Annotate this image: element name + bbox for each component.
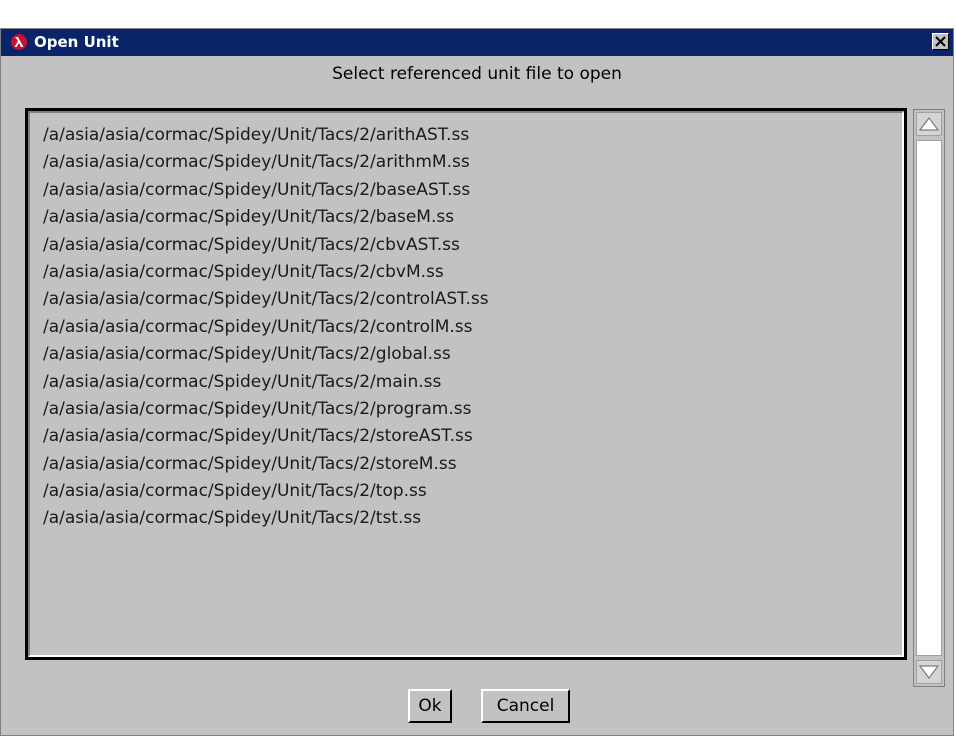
list-item[interactable]: /a/asia/asia/cormac/Spidey/Unit/Tacs/2/c… — [43, 314, 902, 341]
ok-button[interactable]: Ok — [408, 689, 452, 723]
scroll-down-button[interactable] — [916, 660, 942, 684]
plt-lambda-icon — [11, 34, 27, 50]
list-item[interactable]: /a/asia/asia/cormac/Spidey/Unit/Tacs/2/m… — [43, 369, 902, 396]
list-item[interactable]: /a/asia/asia/cormac/Spidey/Unit/Tacs/2/c… — [43, 259, 902, 286]
arrow-down-icon — [918, 665, 940, 679]
close-button[interactable] — [932, 33, 949, 50]
vertical-scrollbar[interactable] — [913, 109, 945, 687]
scroll-thumb[interactable] — [916, 140, 942, 656]
title-bar[interactable]: Open Unit — [1, 29, 953, 56]
list-item[interactable]: /a/asia/asia/cormac/Spidey/Unit/Tacs/2/b… — [43, 204, 902, 231]
close-icon — [935, 36, 946, 47]
list-item[interactable]: /a/asia/asia/cormac/Spidey/Unit/Tacs/2/c… — [43, 286, 902, 313]
list-item[interactable]: /a/asia/asia/cormac/Spidey/Unit/Tacs/2/g… — [43, 341, 902, 368]
list-item[interactable]: /a/asia/asia/cormac/Spidey/Unit/Tacs/2/a… — [43, 149, 902, 176]
list-item[interactable]: /a/asia/asia/cormac/Spidey/Unit/Tacs/2/t… — [43, 505, 902, 532]
list-item[interactable]: /a/asia/asia/cormac/Spidey/Unit/Tacs/2/b… — [43, 177, 902, 204]
arrow-up-icon — [918, 117, 940, 131]
list-item[interactable]: /a/asia/asia/cormac/Spidey/Unit/Tacs/2/s… — [43, 451, 902, 478]
list-item[interactable]: /a/asia/asia/cormac/Spidey/Unit/Tacs/2/c… — [43, 232, 902, 259]
window-title: Open Unit — [34, 33, 119, 51]
list-item[interactable]: /a/asia/asia/cormac/Spidey/Unit/Tacs/2/a… — [43, 122, 902, 149]
scroll-up-button[interactable] — [916, 112, 942, 136]
list-item[interactable]: /a/asia/asia/cormac/Spidey/Unit/Tacs/2/p… — [43, 396, 902, 423]
dialog-prompt: Select referenced unit file to open — [332, 64, 622, 84]
file-list: /a/asia/asia/cormac/Spidey/Unit/Tacs/2/a… — [30, 113, 902, 533]
file-listbox[interactable]: /a/asia/asia/cormac/Spidey/Unit/Tacs/2/a… — [25, 108, 907, 660]
cancel-button[interactable]: Cancel — [481, 689, 570, 723]
open-unit-dialog: Open Unit Select referenced unit file to… — [0, 28, 954, 736]
list-item[interactable]: /a/asia/asia/cormac/Spidey/Unit/Tacs/2/t… — [43, 478, 902, 505]
list-item[interactable]: /a/asia/asia/cormac/Spidey/Unit/Tacs/2/s… — [43, 423, 902, 450]
